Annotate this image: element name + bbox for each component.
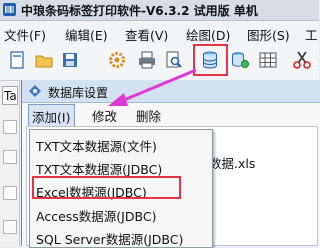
print-icon[interactable] <box>137 50 157 70</box>
dialog-menu-add[interactable]: 添加(I) <box>28 104 76 128</box>
menu-view[interactable]: 查看(V) <box>125 25 168 44</box>
dialog-title-bar: 数据库设置 <box>22 80 320 103</box>
dropdown-item-sqlserver-jdbc[interactable]: SQL Server数据源(JDBC) <box>36 229 183 248</box>
title-bar: 中琅条码标签打印软件-V6.3.2 试用版 单机 <box>0 0 319 21</box>
menu-tools[interactable]: 工 <box>305 25 318 44</box>
excel-item-highlight <box>32 176 181 199</box>
font-input[interactable]: Ta <box>2 86 18 105</box>
database-button-highlight <box>193 44 228 76</box>
menu-shape[interactable]: 图形(S) <box>247 25 290 44</box>
cut-icon[interactable] <box>292 50 312 70</box>
strip-button[interactable] <box>3 186 17 200</box>
strip-button[interactable] <box>3 150 17 164</box>
window-title: 中琅条码标签打印软件-V6.3.2 试用版 单机 <box>21 4 258 18</box>
settings-gear-icon[interactable] <box>107 50 127 70</box>
dropdown-item-txt-file[interactable]: TXT文本数据源(文件) <box>36 136 157 155</box>
database-settings-icon[interactable] <box>230 50 250 70</box>
datasource-file-name: 数据.xls <box>209 156 256 171</box>
dropdown-item-access-jdbc[interactable]: Access数据源(JDBC) <box>36 206 156 225</box>
menu-edit[interactable]: 编辑(E) <box>65 25 108 44</box>
print-preview-icon[interactable] <box>164 50 184 70</box>
app-logo-icon <box>3 3 16 16</box>
dialog-settings-icon <box>29 85 41 97</box>
barcode-grid-icon[interactable] <box>258 50 278 70</box>
dialog-menu-bar: 添加(I) 修改 删除 <box>22 103 320 128</box>
menu-draw[interactable]: 绘图(D) <box>186 25 230 44</box>
dialog-menu-delete[interactable]: 删除 <box>136 106 161 125</box>
toolbar <box>0 44 319 81</box>
strip-button[interactable] <box>3 220 17 234</box>
open-folder-icon[interactable] <box>34 50 54 70</box>
dialog-menu-modify[interactable]: 修改 <box>92 106 117 125</box>
dialog-title: 数据库设置 <box>48 86 109 100</box>
strip-button[interactable] <box>3 120 17 134</box>
add-datasource-dropdown: TXT文本数据源(文件) TXT文本数据源(JDBC) Excel数据源(JDB… <box>29 129 213 248</box>
save-icon[interactable] <box>60 50 80 70</box>
menu-file[interactable]: 文件(F) <box>4 25 46 44</box>
new-file-icon[interactable] <box>7 50 27 70</box>
menu-bar: 文件(F) 编辑(E) 查看(V) 绘图(D) 图形(S) 工 <box>0 21 319 44</box>
